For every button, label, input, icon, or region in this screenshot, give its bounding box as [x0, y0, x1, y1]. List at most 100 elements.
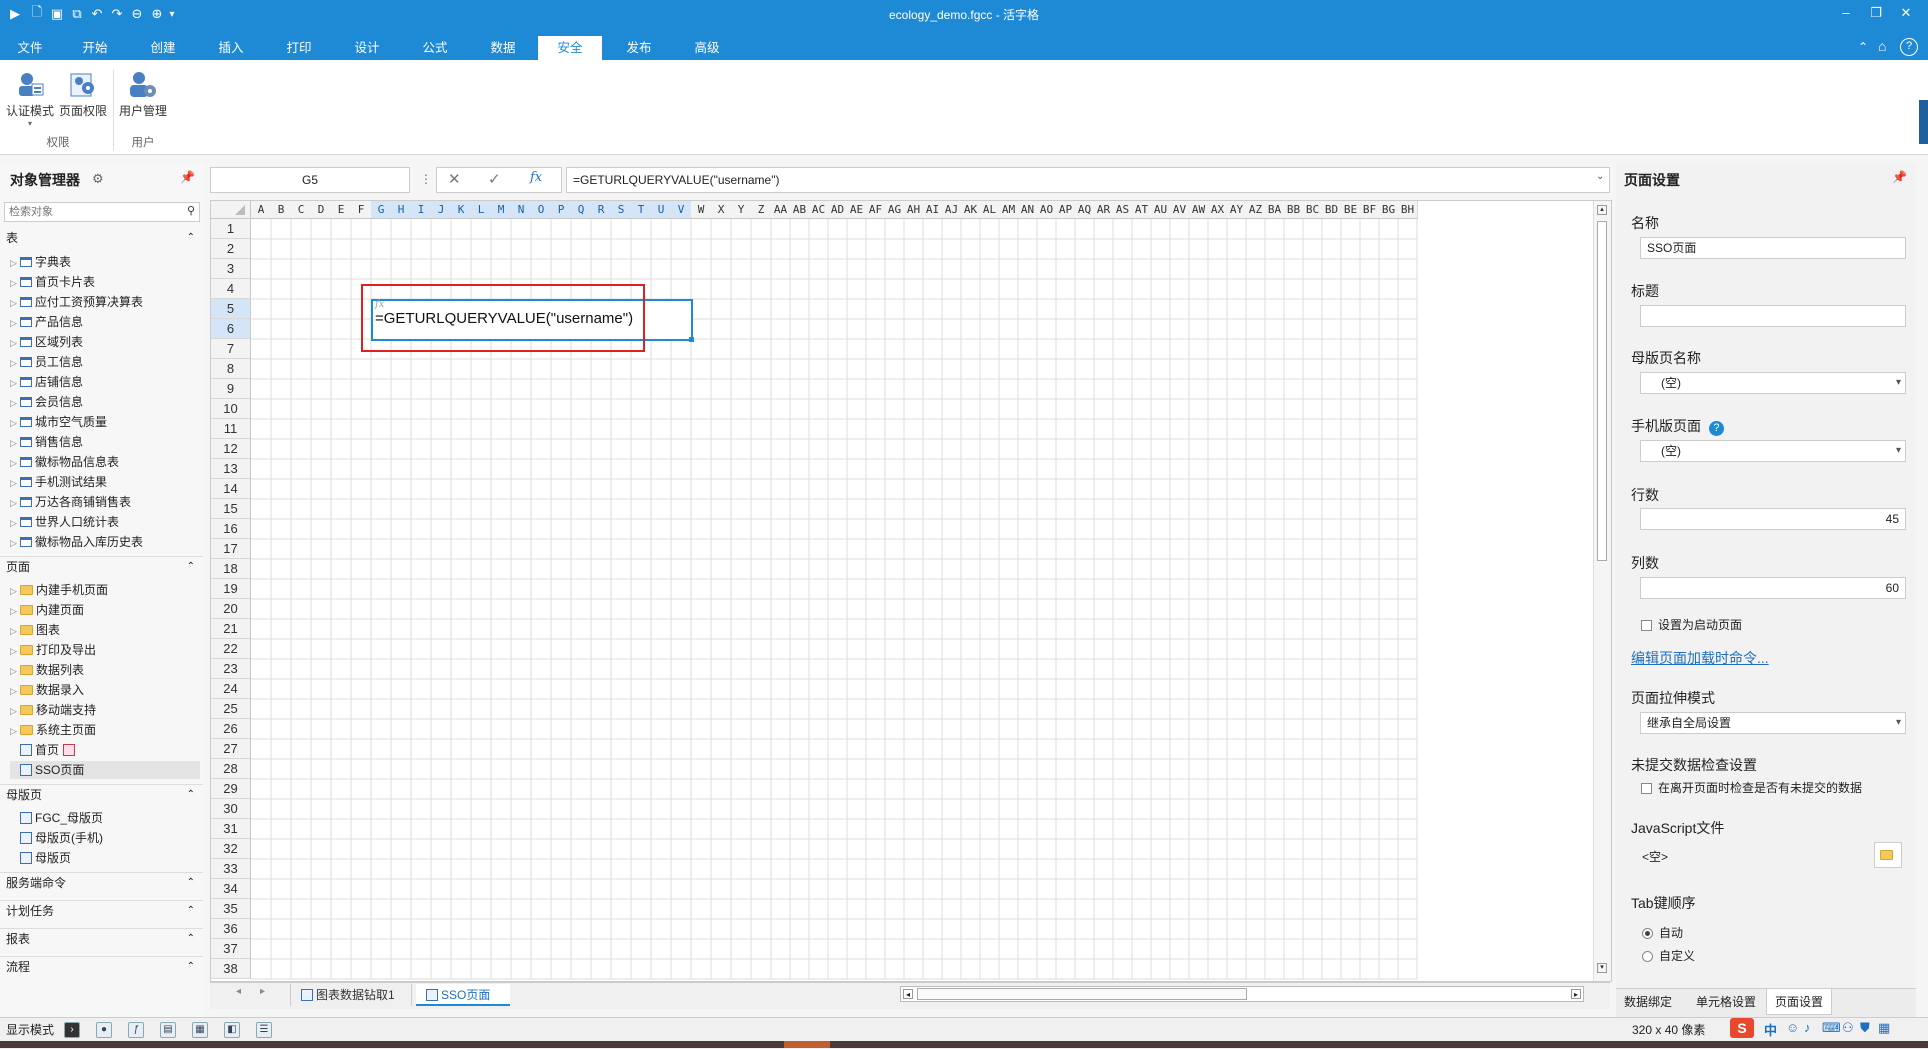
- browse-folder-button[interactable]: [1874, 842, 1902, 868]
- pin-icon[interactable]: 📌: [1892, 170, 1907, 184]
- column-header[interactable]: AV: [1170, 201, 1190, 219]
- table-item[interactable]: ▷ 徽标物品入库历史表: [10, 533, 143, 551]
- column-header[interactable]: AK: [961, 201, 981, 219]
- list-icon[interactable]: ☰: [256, 1022, 272, 1038]
- row-header[interactable]: 32: [211, 839, 251, 859]
- restore-icon[interactable]: ❐: [1866, 5, 1886, 21]
- table-item[interactable]: ▷ 城市空气质量: [10, 413, 107, 431]
- name-input[interactable]: SSO页面: [1640, 237, 1906, 259]
- more-options-icon[interactable]: ⋮: [420, 172, 432, 186]
- column-header[interactable]: R: [591, 201, 612, 219]
- column-header[interactable]: BB: [1284, 201, 1304, 219]
- menu-formula[interactable]: 公式: [410, 36, 460, 60]
- section-master-pages[interactable]: 母版页 ⌃: [0, 784, 203, 804]
- tab-next-icon[interactable]: ▸: [260, 986, 265, 997]
- column-header[interactable]: V: [671, 201, 692, 219]
- row-header[interactable]: 20: [211, 599, 251, 619]
- column-header[interactable]: BD: [1322, 201, 1342, 219]
- tab-page-settings[interactable]: 页面设置: [1766, 989, 1833, 1015]
- row-header[interactable]: 21: [211, 619, 251, 639]
- sheet-tab-sso[interactable]: SSO页面: [416, 984, 510, 1006]
- radio-auto[interactable]: [1642, 928, 1653, 939]
- column-header[interactable]: AJ: [942, 201, 962, 219]
- row-header[interactable]: 17: [211, 539, 251, 559]
- row-header[interactable]: 35: [211, 899, 251, 919]
- expand-icon[interactable]: ▷: [10, 682, 20, 700]
- mobile-page-select[interactable]: (空): [1640, 440, 1906, 462]
- row-header[interactable]: 14: [211, 479, 251, 499]
- column-header[interactable]: AC: [809, 201, 829, 219]
- sogou-ime-icon[interactable]: S: [1730, 1018, 1754, 1038]
- row-header[interactable]: 10: [211, 399, 251, 419]
- column-header[interactable]: BF: [1360, 201, 1380, 219]
- grid-menu-icon[interactable]: ▦: [1878, 1020, 1890, 1036]
- caption-input[interactable]: [1640, 305, 1906, 327]
- expand-icon[interactable]: ▷: [10, 314, 20, 332]
- spreadsheet-grid[interactable]: A B C D E F G H I J K L M N O P Q R S T U V W X Y Z AA AB AC AD AE AF AG…: [210, 200, 1612, 982]
- column-header[interactable]: P: [551, 201, 572, 219]
- column-header[interactable]: A: [251, 201, 272, 219]
- page-folder[interactable]: ▷ 数据列表: [10, 661, 84, 679]
- table-item[interactable]: ▷ 会员信息: [10, 393, 83, 411]
- page-folder[interactable]: ▷ 系统主页面: [10, 721, 96, 739]
- column-header[interactable]: E: [331, 201, 352, 219]
- column-header[interactable]: AP: [1056, 201, 1076, 219]
- column-header[interactable]: AU: [1151, 201, 1171, 219]
- stretch-mode-select[interactable]: 继承自全局设置: [1640, 712, 1906, 734]
- expand-icon[interactable]: ▷: [10, 274, 20, 292]
- shirt-icon[interactable]: ⛊: [1860, 1020, 1870, 1036]
- column-header[interactable]: AN: [1018, 201, 1038, 219]
- column-header[interactable]: AZ: [1246, 201, 1266, 219]
- column-header[interactable]: Q: [571, 201, 592, 219]
- column-header[interactable]: AE: [847, 201, 867, 219]
- column-header[interactable]: AQ: [1075, 201, 1095, 219]
- vertical-scroll-thumb[interactable]: [1597, 221, 1607, 561]
- formula-input[interactable]: =GETURLQUERYVALUE("username"): [566, 167, 1610, 193]
- column-header[interactable]: AB: [790, 201, 810, 219]
- cols-input[interactable]: 60: [1640, 577, 1906, 599]
- column-header[interactable]: AI: [923, 201, 943, 219]
- column-header[interactable]: AS: [1113, 201, 1133, 219]
- menu-start[interactable]: 开始: [70, 36, 120, 60]
- pin-icon[interactable]: 📌: [180, 170, 195, 184]
- row-header[interactable]: 26: [211, 719, 251, 739]
- layers-icon[interactable]: ◧: [224, 1022, 240, 1038]
- expand-formula-icon[interactable]: ⌄: [1596, 171, 1604, 182]
- master-page-select[interactable]: (空): [1640, 372, 1906, 394]
- section-reports[interactable]: 报表 ⌃: [0, 928, 203, 948]
- column-header[interactable]: J: [431, 201, 452, 219]
- column-header[interactable]: G: [371, 201, 392, 219]
- ime-mode[interactable]: 中: [1764, 1020, 1777, 1039]
- row-header[interactable]: 18: [211, 559, 251, 579]
- row-header[interactable]: 15: [211, 499, 251, 519]
- fx-icon[interactable]: fx: [530, 170, 542, 185]
- expand-icon[interactable]: ▷: [10, 514, 20, 532]
- row-header[interactable]: 33: [211, 859, 251, 879]
- expand-icon[interactable]: ▷: [10, 474, 20, 492]
- row-header[interactable]: 36: [211, 919, 251, 939]
- row-header[interactable]: 8: [211, 359, 251, 379]
- menu-data[interactable]: 数据: [478, 36, 528, 60]
- column-header[interactable]: U: [651, 201, 672, 219]
- column-header[interactable]: H: [391, 201, 412, 219]
- row-header[interactable]: 38: [211, 959, 251, 979]
- unsubmitted-option[interactable]: 在离开页面时检查是否有未提交的数据: [1641, 779, 1862, 796]
- expand-icon[interactable]: ▷: [10, 702, 20, 720]
- row-header[interactable]: 34: [211, 879, 251, 899]
- expand-icon[interactable]: ▷: [10, 642, 20, 660]
- column-header[interactable]: AG: [885, 201, 905, 219]
- select-all-corner[interactable]: [211, 201, 251, 219]
- page-folder[interactable]: ▷ 图表: [10, 621, 60, 639]
- menu-insert[interactable]: 插入: [206, 36, 256, 60]
- expand-icon[interactable]: ▷: [10, 394, 20, 412]
- horizontal-scrollbar[interactable]: ◂ ▸: [900, 986, 1584, 1002]
- row-header[interactable]: 24: [211, 679, 251, 699]
- column-header[interactable]: B: [271, 201, 292, 219]
- object-search-box[interactable]: ⚲: [4, 202, 200, 222]
- column-header[interactable]: BH: [1398, 201, 1418, 219]
- expand-icon[interactable]: ▷: [10, 534, 20, 552]
- menu-advanced[interactable]: 高级: [682, 36, 732, 60]
- menu-design[interactable]: 设计: [342, 36, 392, 60]
- column-header[interactable]: AR: [1094, 201, 1114, 219]
- home-icon[interactable]: ⌂: [1878, 38, 1886, 54]
